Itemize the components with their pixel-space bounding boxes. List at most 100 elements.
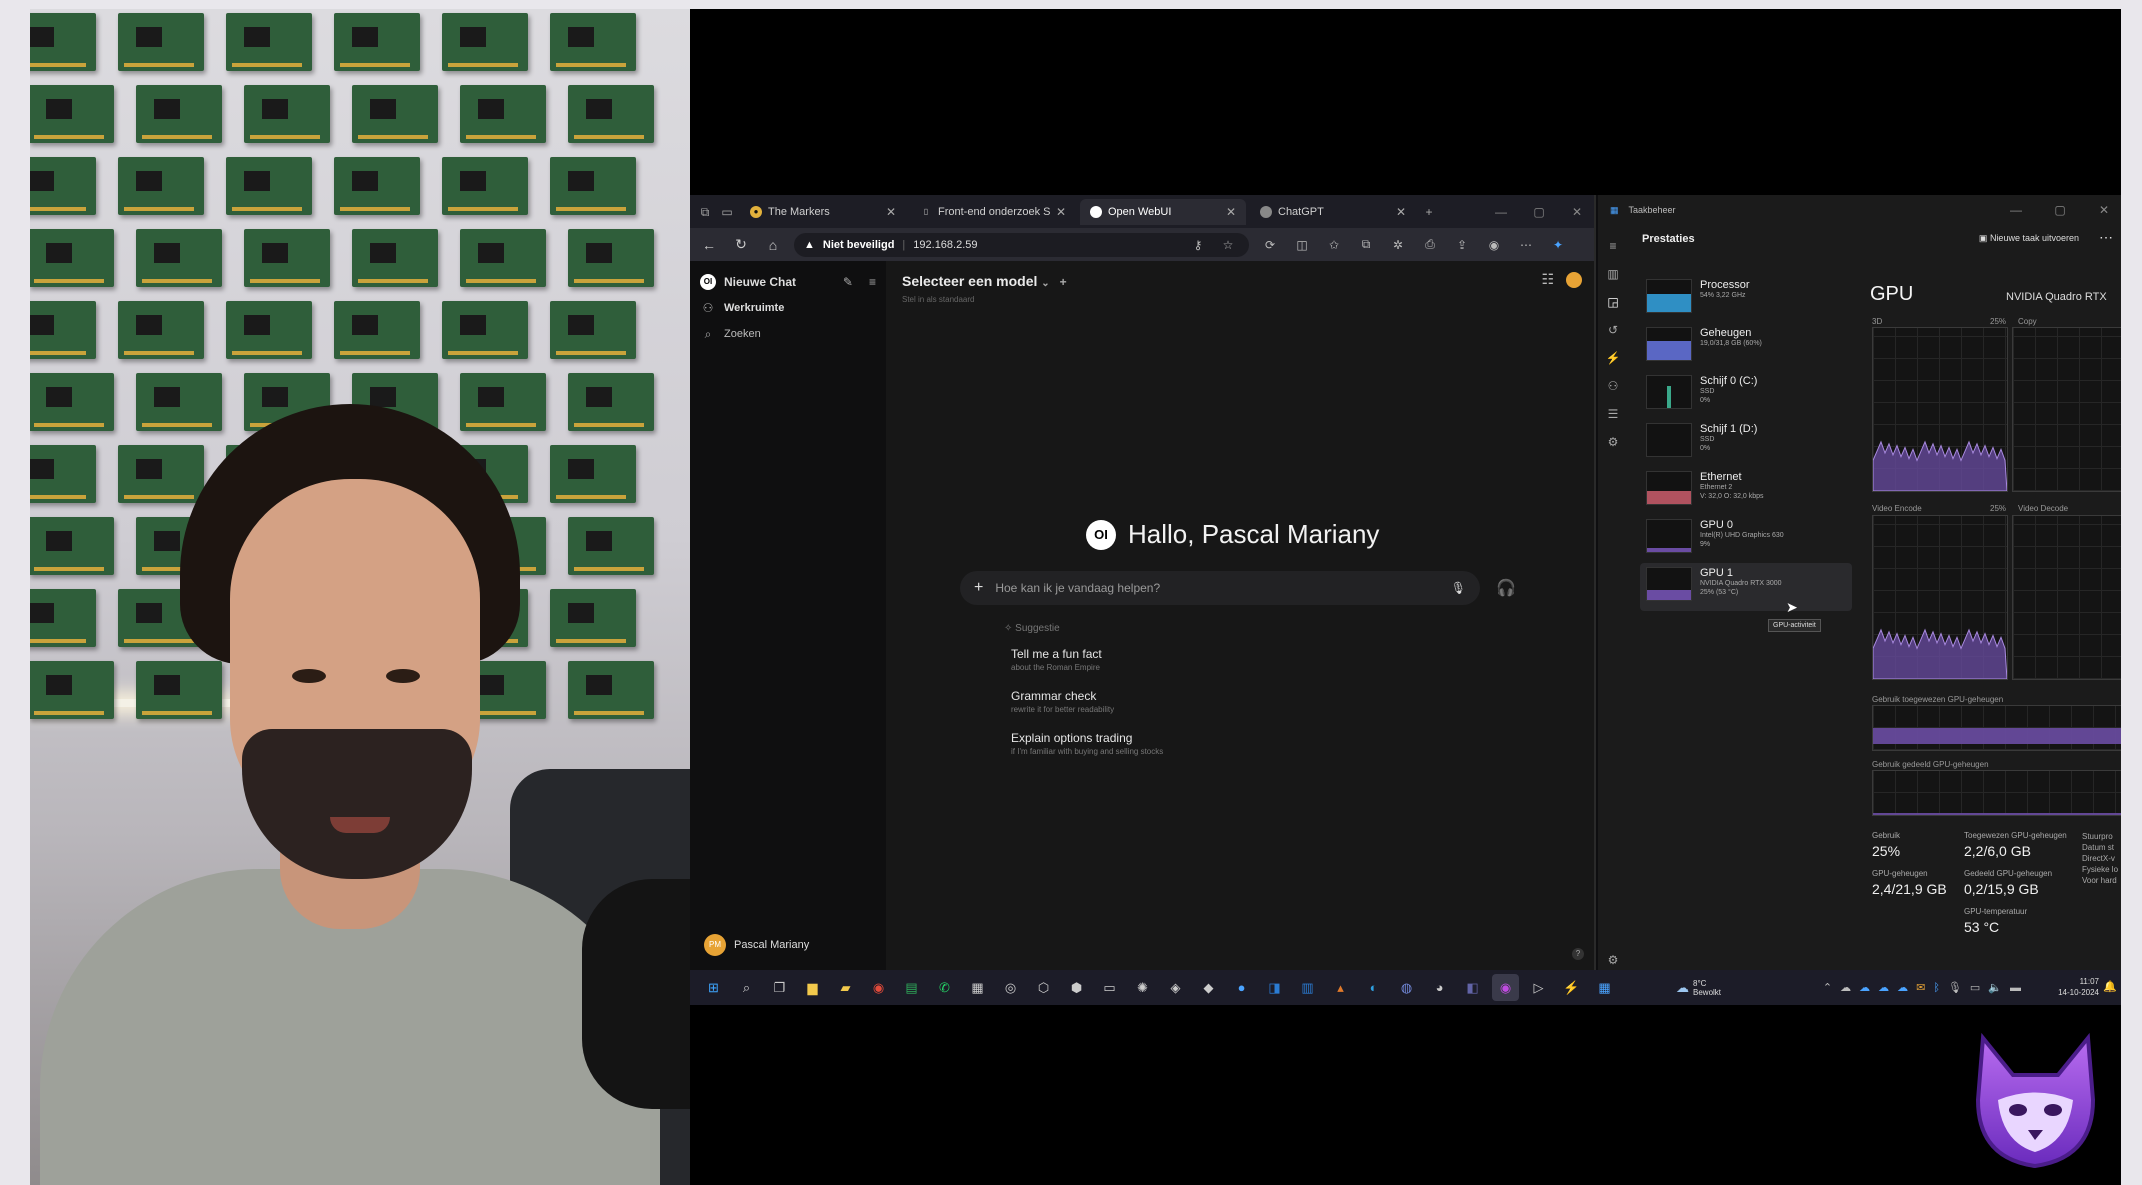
split-screen-icon[interactable]: ◫	[1291, 238, 1313, 252]
processes-icon[interactable]: ▥	[1607, 267, 1618, 281]
maximize-icon[interactable]: ▢	[1522, 205, 1556, 219]
prompt-input[interactable]: + Hoe kan ik je vandaag helpen? 🎙	[960, 571, 1480, 605]
app-icon[interactable]: ●	[1228, 974, 1255, 1001]
perf-item-processor[interactable]: Processor 54% 3,22 GHz	[1640, 275, 1852, 323]
tab-open-webui[interactable]: Open WebUI ✕	[1080, 198, 1246, 225]
close-tab-icon[interactable]: ✕	[1396, 205, 1406, 219]
screenshot-icon[interactable]: ⎙	[1419, 237, 1441, 252]
app-icon[interactable]: ◆	[1195, 974, 1222, 1001]
perf-item-memory[interactable]: Geheugen 19,0/31,8 GB (60%)	[1640, 323, 1852, 371]
app-icon[interactable]: ⚡	[1558, 974, 1585, 1001]
key-icon[interactable]: ⚷	[1187, 238, 1209, 252]
close-window-icon[interactable]: ✕	[2087, 203, 2121, 217]
sidebar-item-search[interactable]: ⌕ Zoeken	[700, 321, 876, 347]
plus-icon[interactable]: +	[974, 579, 983, 597]
maximize-icon[interactable]: ▢	[2043, 203, 2077, 217]
user-avatar-icon[interactable]	[1566, 271, 1582, 288]
discord-icon[interactable]: ◍	[1393, 974, 1420, 1001]
sidebar-item-new-chat[interactable]: OI Nieuwe Chat ✎ ≡	[700, 269, 876, 295]
home-icon[interactable]: ⌂	[762, 237, 784, 253]
details-icon[interactable]: ☰	[1608, 407, 1619, 421]
graph-label-copy[interactable]: Copy	[2018, 317, 2037, 326]
whatsapp-icon[interactable]: ✆	[931, 974, 958, 1001]
more-icon[interactable]: ⋯	[2099, 229, 2113, 246]
back-icon[interactable]: ←	[698, 237, 720, 253]
headphones-icon[interactable]: 🎧	[1496, 578, 1516, 598]
settings-sliders-icon[interactable]: ☷	[1541, 271, 1554, 288]
camera-icon[interactable]: ▷	[1525, 974, 1552, 1001]
microphone-icon[interactable]: 🎙	[1948, 981, 1962, 994]
excel-icon[interactable]: ▤	[898, 974, 925, 1001]
more-icon[interactable]: ⋯	[1515, 238, 1537, 252]
graph-label-video-decode[interactable]: Video Decode	[2018, 504, 2068, 513]
app-icon[interactable]: ◕	[1426, 974, 1453, 1001]
users-icon[interactable]: ⚇	[1608, 379, 1619, 393]
hamburger-icon[interactable]: ≡	[1609, 239, 1616, 253]
tab-actions-icon[interactable]: ▭	[718, 203, 736, 221]
sticky-notes-icon[interactable]: ▰	[832, 974, 859, 1001]
weather-widget[interactable]: ☁ 8°C Bewolkt	[1676, 979, 1721, 997]
file-explorer-icon[interactable]: ▆	[799, 974, 826, 1001]
tab-front-end-onderzoek[interactable]: ▯ Front-end onderzoek Spectra ✕	[910, 199, 1076, 225]
word-icon[interactable]: ▥	[1294, 974, 1321, 1001]
active-app-icon[interactable]: ◉	[1492, 974, 1519, 1001]
services-icon[interactable]: ⚙	[1608, 435, 1619, 449]
sidebar-toggle-icon[interactable]: ≡	[869, 275, 876, 289]
onedrive-icon[interactable]: ☁	[1878, 981, 1889, 994]
graph-label-video-encode[interactable]: Video Encode	[1872, 504, 1922, 513]
workspaces-icon[interactable]: ⧉	[696, 203, 714, 221]
app-icon[interactable]: ▴	[1327, 974, 1354, 1001]
reload-icon[interactable]: ↻	[730, 236, 752, 253]
close-tab-icon[interactable]: ✕	[1226, 205, 1236, 219]
model-selector[interactable]: Selecteer een model ⌄ +	[902, 273, 1067, 289]
task-view-icon[interactable]: ❐	[766, 974, 793, 1001]
teams-icon[interactable]: ◧	[1459, 974, 1486, 1001]
close-tab-icon[interactable]: ✕	[1056, 205, 1066, 219]
terminal-icon[interactable]: ▭	[1096, 974, 1123, 1001]
app-icon[interactable]: ⬡	[1030, 974, 1057, 1001]
perf-item-gpu1[interactable]: GPU 1 NVIDIA Quadro RTX 3000 25% (53 °C)	[1640, 563, 1852, 611]
suggestion-item[interactable]: Explain options trading if I'm familiar …	[1011, 731, 1163, 756]
add-model-icon[interactable]: +	[1060, 275, 1067, 289]
onedrive-icon[interactable]: ☁	[1859, 981, 1870, 994]
perf-item-disk-c[interactable]: Schijf 0 (C:) SSD 0%	[1640, 371, 1852, 419]
collections-icon[interactable]: ⧉	[1355, 237, 1377, 252]
copilot-icon[interactable]: ✦	[1547, 238, 1569, 252]
share-icon[interactable]: ⇪	[1451, 238, 1473, 252]
battery-icon[interactable]: ▬	[2010, 982, 2021, 994]
edge-icon[interactable]: ◐	[1360, 974, 1387, 1001]
perf-item-disk-d[interactable]: Schijf 1 (D:) SSD 0%	[1640, 419, 1852, 467]
network-icon[interactable]: ▭	[1970, 981, 1980, 994]
profile-icon[interactable]: ◉	[1483, 238, 1505, 252]
graph-label-3d[interactable]: 3D	[1872, 317, 1882, 326]
calendar-app-icon[interactable]: ▦	[964, 974, 991, 1001]
suggestion-item[interactable]: Tell me a fun fact about the Roman Empir…	[1011, 647, 1102, 672]
close-window-icon[interactable]: ✕	[1560, 205, 1594, 219]
suggestion-item[interactable]: Grammar check rewrite it for better read…	[1011, 689, 1114, 714]
new-tab-icon[interactable]: +	[1420, 203, 1438, 221]
mail-icon[interactable]: ✉	[1916, 981, 1925, 994]
app-icon[interactable]: ✺	[1129, 974, 1156, 1001]
favorite-star-icon[interactable]: ☆	[1217, 238, 1239, 252]
settings-icon[interactable]: ⚙	[1608, 953, 1619, 967]
url-field[interactable]: ▲ Niet beveiligd | 192.168.2.59 ⚷ ☆	[794, 232, 1249, 257]
edit-icon[interactable]: ✎	[843, 275, 853, 289]
favorites-icon[interactable]: ✩	[1323, 238, 1345, 252]
user-menu[interactable]: PM Pascal Mariany	[704, 934, 809, 956]
minimize-icon[interactable]: —	[1999, 203, 2033, 217]
app-icon[interactable]: ◈	[1162, 974, 1189, 1001]
app-history-icon[interactable]: ↺	[1608, 323, 1618, 337]
close-tab-icon[interactable]: ✕	[886, 205, 896, 219]
chrome-icon[interactable]: ◉	[865, 974, 892, 1001]
clock[interactable]: 11:07 14-10-2024	[2058, 976, 2099, 998]
tab-the-markers[interactable]: ● The Markers ✕	[740, 199, 906, 225]
bluetooth-icon[interactable]: ᛒ	[1933, 982, 1940, 994]
volume-icon[interactable]: 🔈	[1988, 981, 2002, 994]
start-icon[interactable]: ⊞	[700, 974, 727, 1001]
startup-icon[interactable]: ⚡	[1606, 351, 1621, 365]
tab-chatgpt[interactable]: ChatGPT ✕	[1250, 199, 1416, 225]
help-button[interactable]: ?	[1572, 948, 1584, 960]
app-icon[interactable]: ⬢	[1063, 974, 1090, 1001]
refresh-extension-icon[interactable]: ⟳	[1259, 238, 1281, 252]
onedrive-icon[interactable]: ☁	[1840, 981, 1851, 994]
